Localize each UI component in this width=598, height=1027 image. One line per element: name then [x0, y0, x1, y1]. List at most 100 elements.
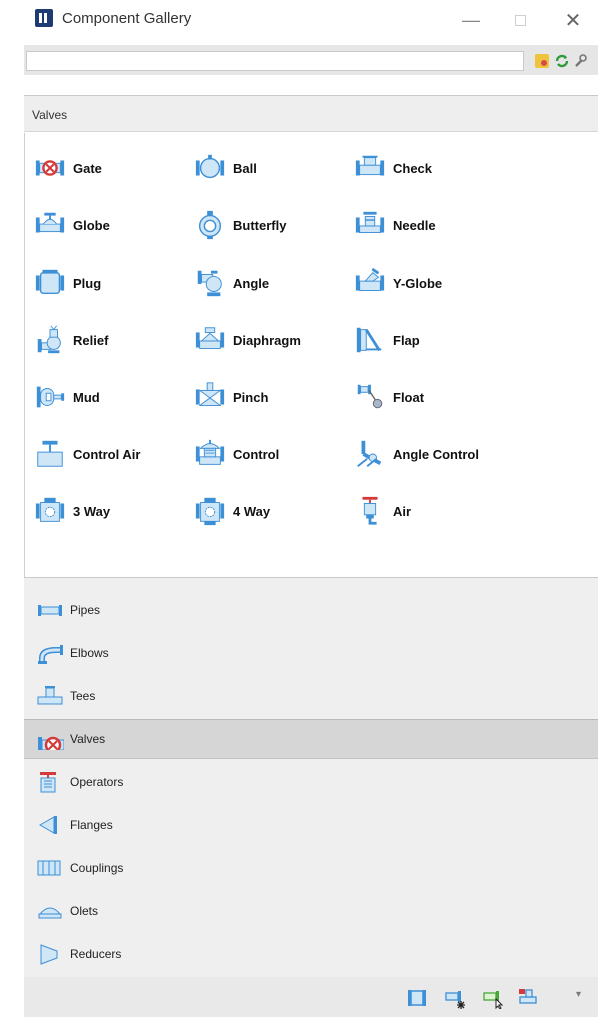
butterfly-valve-icon — [193, 209, 227, 241]
relief-valve-icon — [33, 324, 67, 356]
valve-item-label: Mud — [73, 389, 100, 405]
valve-item-control[interactable]: Control — [193, 437, 279, 471]
valve-item-label: Angle — [233, 275, 270, 291]
category-item-operators[interactable]: Operators — [24, 762, 598, 802]
valve-item-label: 3 Way — [73, 503, 111, 519]
gate-valve-icon — [36, 728, 68, 754]
toolbar-overflow-chevron-icon[interactable]: ▾ — [576, 989, 581, 1000]
pipe-view-icon[interactable] — [406, 987, 428, 1009]
valve-item-control-air[interactable]: Control Air — [33, 437, 140, 471]
elbow-icon — [36, 642, 64, 664]
valve-item-butterfly[interactable]: Butterfly — [193, 208, 286, 242]
valve-item-label: Float — [393, 389, 425, 405]
search-toolbar — [24, 45, 598, 75]
float-valve-icon — [353, 381, 387, 413]
category-item-label: Olets — [70, 904, 99, 918]
4-way-valve-icon — [193, 495, 227, 527]
category-item-label: Pipes — [70, 603, 101, 617]
valve-item-label: Control Air — [73, 446, 141, 462]
valve-item-float[interactable]: Float — [353, 380, 424, 414]
coupling-icon — [36, 857, 64, 879]
select-component-icon[interactable] — [482, 987, 504, 1009]
wrench-icon[interactable] — [573, 54, 587, 68]
valve-item-label: 4 Way — [233, 503, 271, 519]
category-item-label: Valves — [70, 732, 106, 746]
valve-item-globe[interactable]: Globe — [33, 208, 110, 242]
control-air-valve-icon — [33, 438, 67, 470]
valve-item-y-globe[interactable]: Y-Globe — [353, 266, 442, 300]
add-component-icon[interactable] — [444, 987, 466, 1009]
valve-item-air[interactable]: Air — [353, 494, 411, 528]
valve-item-mud[interactable]: Mud — [33, 380, 100, 414]
olet-icon — [36, 900, 64, 922]
window-title: Component Gallery — [62, 10, 192, 27]
valve-item-label: Air — [393, 503, 412, 519]
valve-item-4-way[interactable]: 4 Way — [193, 494, 270, 528]
close-button[interactable]: ✕ — [555, 6, 591, 34]
category-item-pipes[interactable]: Pipes — [24, 590, 598, 630]
category-item-elbows[interactable]: Elbows — [24, 633, 598, 673]
refresh-icon[interactable] — [555, 54, 569, 68]
category-item-label: Reducers — [70, 947, 122, 961]
category-item-valves[interactable]: Valves — [24, 719, 598, 759]
valve-item-label: Butterfly — [233, 217, 287, 233]
valve-item-needle[interactable]: Needle — [353, 208, 436, 242]
category-item-reducers[interactable]: Reducers — [24, 934, 598, 974]
minimize-button[interactable]: — — [453, 6, 489, 34]
valve-item-gate[interactable]: Gate — [33, 151, 102, 185]
search-input[interactable] — [26, 51, 524, 71]
valve-item-diaphragm[interactable]: Diaphragm — [193, 323, 301, 357]
valve-item-3-way[interactable]: 3 Way — [33, 494, 110, 528]
category-item-label: Couplings — [70, 861, 124, 875]
valve-item-label: Diaphragm — [233, 332, 301, 348]
valve-item-angle-control[interactable]: Angle Control — [353, 437, 479, 471]
valve-item-flap[interactable]: Flap — [353, 323, 420, 357]
bottom-toolbar: ▾ — [24, 977, 598, 1017]
valve-item-label: Ball — [233, 160, 257, 176]
valve-item-label: Control — [233, 446, 280, 462]
valve-item-ball[interactable]: Ball — [193, 151, 257, 185]
check-valve-icon — [353, 152, 387, 184]
category-item-flanges[interactable]: Flanges — [24, 805, 598, 845]
app-logo-icon — [35, 9, 53, 27]
reducer-icon — [36, 943, 64, 965]
valve-item-label: Globe — [73, 217, 110, 233]
valve-item-relief[interactable]: Relief — [33, 323, 108, 357]
valve-item-label: Check — [393, 160, 433, 176]
category-item-tees[interactable]: Tees — [24, 676, 598, 716]
section-header: Valves — [24, 96, 598, 132]
valve-item-label: Angle Control — [393, 446, 479, 462]
gate-valve-icon — [33, 152, 67, 184]
category-item-label: Operators — [70, 775, 124, 789]
pinch-valve-icon — [193, 381, 227, 413]
diaphragm-valve-icon — [193, 324, 227, 356]
valve-item-label: Y-Globe — [393, 275, 443, 291]
mud-valve-icon — [33, 381, 67, 413]
valve-item-label: Needle — [393, 217, 436, 233]
maximize-icon — [514, 14, 526, 26]
category-item-label: Flanges — [70, 818, 113, 832]
title-bar: Component Gallery — ✕ — [0, 0, 598, 40]
operator-icon — [36, 771, 64, 793]
valve-grid-panel: Gate Ball Check Globe Butterfly Needle Plug Ang… — [24, 133, 598, 577]
section-title: Valves — [32, 108, 68, 122]
tee-icon — [36, 685, 64, 707]
air-valve-icon — [353, 495, 387, 527]
valve-item-pinch[interactable]: Pinch — [193, 380, 268, 414]
filter-icon[interactable] — [535, 54, 549, 68]
valve-item-check[interactable]: Check — [353, 151, 432, 185]
valve-item-angle[interactable]: Angle — [193, 266, 269, 300]
tee-replace-icon[interactable] — [518, 987, 540, 1009]
y-globe-valve-icon — [353, 267, 387, 299]
category-list: Pipes Elbows Tees Valves Operators Flanges Cou… — [24, 577, 598, 977]
flap-valve-icon — [353, 324, 387, 356]
maximize-button[interactable] — [502, 6, 538, 34]
category-item-label: Tees — [70, 689, 96, 703]
ball-valve-icon — [193, 152, 227, 184]
pipe-icon — [36, 599, 64, 621]
category-item-olets[interactable]: Olets — [24, 891, 598, 931]
3-way-valve-icon — [33, 495, 67, 527]
valve-item-label: Gate — [73, 160, 102, 176]
valve-item-plug[interactable]: Plug — [33, 266, 101, 300]
category-item-couplings[interactable]: Couplings — [24, 848, 598, 888]
